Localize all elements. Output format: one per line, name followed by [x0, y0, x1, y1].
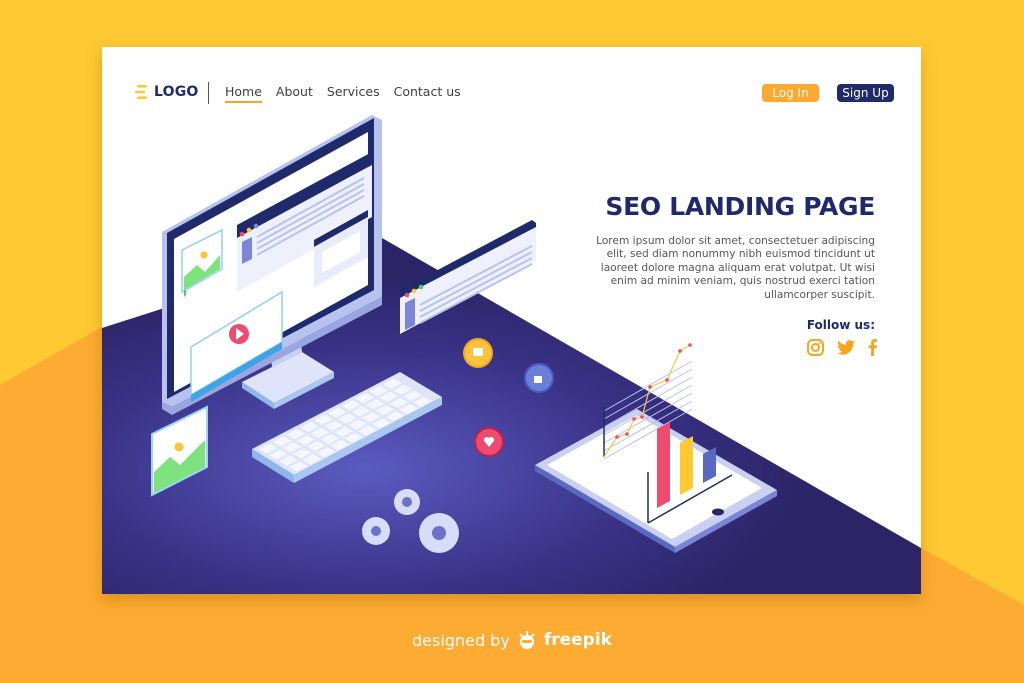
floating-image-card [151, 405, 208, 497]
social-bubbles [463, 338, 554, 457]
gears [362, 489, 459, 553]
attribution: designed by freepik [0, 630, 1024, 650]
logo[interactable]: LOGO [134, 83, 199, 101]
top-nav: LOGO Home About Services Contact us Log … [102, 47, 921, 137]
hero-description: Lorem ipsum dolor sit amet, consectetuer… [596, 235, 875, 301]
facebook-icon[interactable] [868, 339, 877, 361]
freepik-mascot-icon [519, 631, 535, 649]
nav-links: Home About Services Contact us [225, 84, 461, 103]
nav-link-about[interactable]: About [276, 84, 313, 99]
twitter-icon[interactable] [837, 340, 855, 360]
social-links [807, 339, 877, 361]
logo-icon [135, 85, 147, 99]
attribution-brand: freepik [543, 630, 612, 650]
follow-us-label: Follow us: [806, 318, 875, 332]
hero-title: SEO LANDING PAGE [605, 192, 875, 221]
login-button[interactable]: Log In [762, 84, 819, 102]
floating-browser [400, 220, 536, 334]
landing-card: LOGO Home About Services Contact us Log … [102, 47, 921, 594]
tablet-chart [535, 343, 777, 553]
nav-link-services[interactable]: Services [327, 84, 380, 99]
nav-divider [208, 82, 209, 104]
attribution-text: designed by [412, 630, 510, 650]
logo-text: LOGO [154, 84, 199, 100]
nav-link-home[interactable]: Home [225, 84, 262, 103]
instagram-icon[interactable] [807, 339, 824, 361]
nav-link-contact[interactable]: Contact us [394, 84, 461, 99]
signup-button[interactable]: Sign Up [837, 84, 894, 102]
